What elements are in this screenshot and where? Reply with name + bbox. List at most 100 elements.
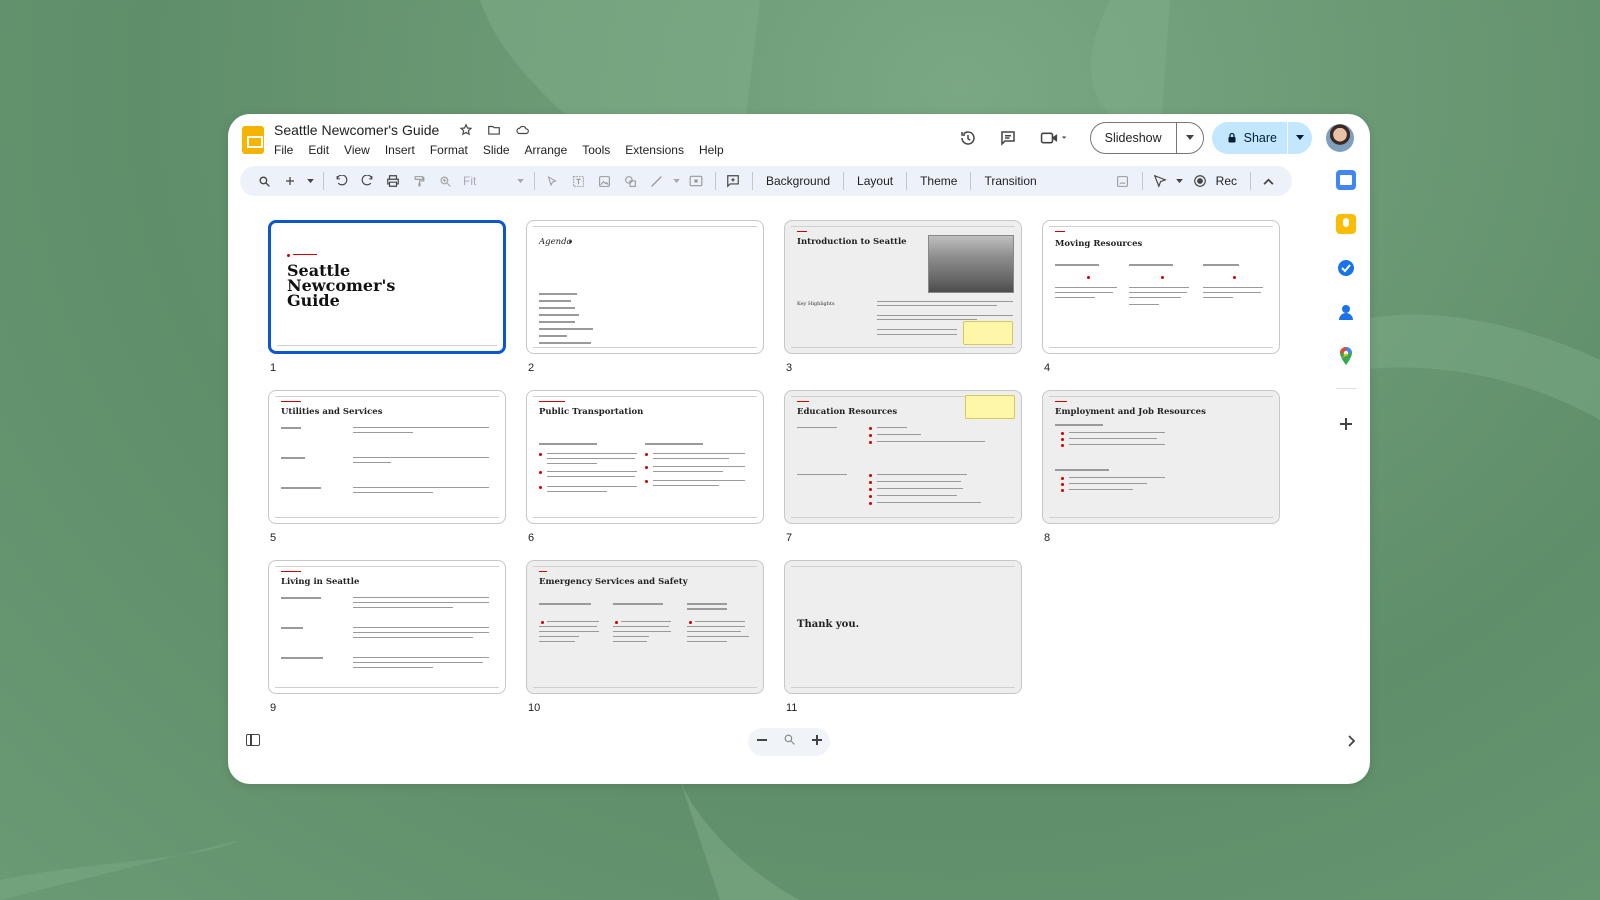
menu-file[interactable]: File xyxy=(274,143,300,157)
menu-view[interactable]: View xyxy=(344,143,377,157)
share-label: Share xyxy=(1243,131,1277,145)
theme-button[interactable]: Theme xyxy=(912,174,965,188)
line-icon[interactable] xyxy=(644,169,668,193)
avatar[interactable] xyxy=(1326,124,1354,152)
zoom-out-icon[interactable] xyxy=(756,733,768,751)
lock-icon xyxy=(1228,132,1236,143)
undo-icon[interactable] xyxy=(329,169,353,193)
sticky-note xyxy=(963,321,1013,345)
background-button[interactable]: Background xyxy=(758,174,838,188)
share-button[interactable]: Share xyxy=(1211,122,1312,154)
slideshow-button[interactable]: Slideshow xyxy=(1089,122,1204,154)
new-slide-icon[interactable] xyxy=(278,169,302,193)
slide-number: 5 xyxy=(270,532,277,544)
line-dropdown-icon[interactable] xyxy=(670,169,682,193)
zoom-dropdown-icon[interactable] xyxy=(513,169,527,193)
slide-title: Employment and Job Resources xyxy=(1055,407,1206,417)
add-comment-icon[interactable] xyxy=(721,169,745,193)
zoom-icon[interactable] xyxy=(433,169,457,193)
zoom-in-icon[interactable] xyxy=(811,733,823,751)
slide-title: Moving Resources xyxy=(1055,239,1143,249)
menu-format[interactable]: Format xyxy=(430,143,475,157)
slide-thumbnail[interactable]: Employment and Job Resources xyxy=(1042,390,1280,524)
slide-thumbnail[interactable]: Moving Resources xyxy=(1042,220,1280,354)
star-icon[interactable] xyxy=(458,122,474,138)
keep-icon[interactable] xyxy=(1336,214,1356,234)
new-slide-dropdown-icon[interactable] xyxy=(304,169,316,193)
zoom-select[interactable]: Fit xyxy=(459,174,513,188)
comments-icon[interactable] xyxy=(992,122,1024,154)
maps-icon[interactable] xyxy=(1336,346,1356,366)
slide-subtitle: Key Highlights xyxy=(797,301,835,307)
contacts-icon[interactable] xyxy=(1336,302,1356,322)
collapse-toolbar-icon[interactable] xyxy=(1256,169,1280,193)
slide-title: Thank you. xyxy=(797,619,860,630)
paint-format-icon[interactable] xyxy=(407,169,431,193)
grid-zoom-controls xyxy=(748,728,830,756)
slideshow-dropdown-icon[interactable] xyxy=(1177,135,1203,141)
slides-logo-icon[interactable] xyxy=(242,126,264,154)
slide-thumbnail[interactable]: Seattle Newcomer's Guide xyxy=(268,220,506,354)
video-call-icon[interactable] xyxy=(1032,122,1076,154)
filmstrip-toggle-icon[interactable] xyxy=(246,734,260,746)
slide-number: 11 xyxy=(786,702,798,714)
menu-insert[interactable]: Insert xyxy=(385,143,422,157)
select-tool-icon[interactable] xyxy=(540,169,564,193)
slide-number: 7 xyxy=(786,532,793,544)
add-addon-icon[interactable] xyxy=(1336,414,1356,434)
slides-app-window: Seattle Newcomer's Guide File Edit View … xyxy=(228,114,1370,784)
insert-image-icon[interactable] xyxy=(592,169,616,193)
slide-number: 9 xyxy=(270,702,277,714)
slide-number: 8 xyxy=(1044,532,1051,544)
menu-slide[interactable]: Slide xyxy=(483,143,517,157)
slide-title: Utilities and Services xyxy=(281,407,383,417)
slide-thumbnail[interactable]: Public Transportation xyxy=(526,390,764,524)
record-icon[interactable] xyxy=(1188,169,1212,193)
slide-thumbnail[interactable]: Introduction to Seattle Key Highlights xyxy=(784,220,1022,354)
move-to-folder-icon[interactable] xyxy=(486,122,502,138)
slide-thumbnail[interactable]: Education Resources xyxy=(784,390,1022,524)
insert-placeholder-icon[interactable] xyxy=(684,169,708,193)
slide-title: Education Resources xyxy=(797,407,898,417)
shape-icon[interactable] xyxy=(618,169,642,193)
seattle-street-photo xyxy=(928,235,1014,293)
slide-number: 2 xyxy=(528,362,535,374)
slide-title: Agenda xyxy=(539,237,572,247)
slide-thumbnail[interactable]: Utilities and Services xyxy=(268,390,506,524)
slide-number: 10 xyxy=(528,702,541,714)
cloud-status-icon[interactable] xyxy=(514,122,530,138)
zoom-reset-icon[interactable] xyxy=(783,733,796,751)
menu-bar: File Edit View Insert Format Slide Arran… xyxy=(274,143,739,157)
calendar-icon[interactable] xyxy=(1336,170,1356,190)
menu-help[interactable]: Help xyxy=(699,143,731,157)
text-box-icon[interactable] xyxy=(566,169,590,193)
layout-button[interactable]: Layout xyxy=(849,174,901,188)
version-history-icon[interactable] xyxy=(952,122,984,154)
slide-title: Seattle Newcomer's Guide xyxy=(287,261,396,310)
redo-icon[interactable] xyxy=(355,169,379,193)
menu-extensions[interactable]: Extensions xyxy=(625,143,691,157)
slide-thumbnail[interactable]: Living in Seattle xyxy=(268,560,506,694)
document-title[interactable]: Seattle Newcomer's Guide xyxy=(274,122,439,138)
print-icon[interactable] xyxy=(381,169,405,193)
chevron-right-icon[interactable] xyxy=(1348,734,1356,750)
menu-arrange[interactable]: Arrange xyxy=(525,143,575,157)
toolbar: Fit Background Layout Theme Transition R… xyxy=(240,166,1292,196)
slideshow-label[interactable]: Slideshow xyxy=(1091,123,1177,153)
slide-thumbnail[interactable]: Thank you. xyxy=(784,560,1022,694)
pen-dropdown-icon[interactable] xyxy=(1174,169,1186,193)
sticky-note xyxy=(965,395,1015,419)
pen-tool-icon[interactable] xyxy=(1148,169,1172,193)
speaker-notes-icon[interactable] xyxy=(1111,169,1135,193)
menu-edit[interactable]: Edit xyxy=(308,143,336,157)
rec-label[interactable]: Rec xyxy=(1214,174,1245,188)
tasks-icon[interactable] xyxy=(1336,258,1356,278)
transition-button[interactable]: Transition xyxy=(976,174,1044,188)
slide-thumbnail[interactable]: Agenda xyxy=(526,220,764,354)
slide-number: 4 xyxy=(1044,362,1051,374)
search-menus-icon[interactable] xyxy=(252,169,276,193)
menu-tools[interactable]: Tools xyxy=(582,143,617,157)
slide-number: 6 xyxy=(528,532,535,544)
share-dropdown-icon[interactable] xyxy=(1288,135,1312,141)
slide-thumbnail[interactable]: Emergency Services and Safety xyxy=(526,560,764,694)
